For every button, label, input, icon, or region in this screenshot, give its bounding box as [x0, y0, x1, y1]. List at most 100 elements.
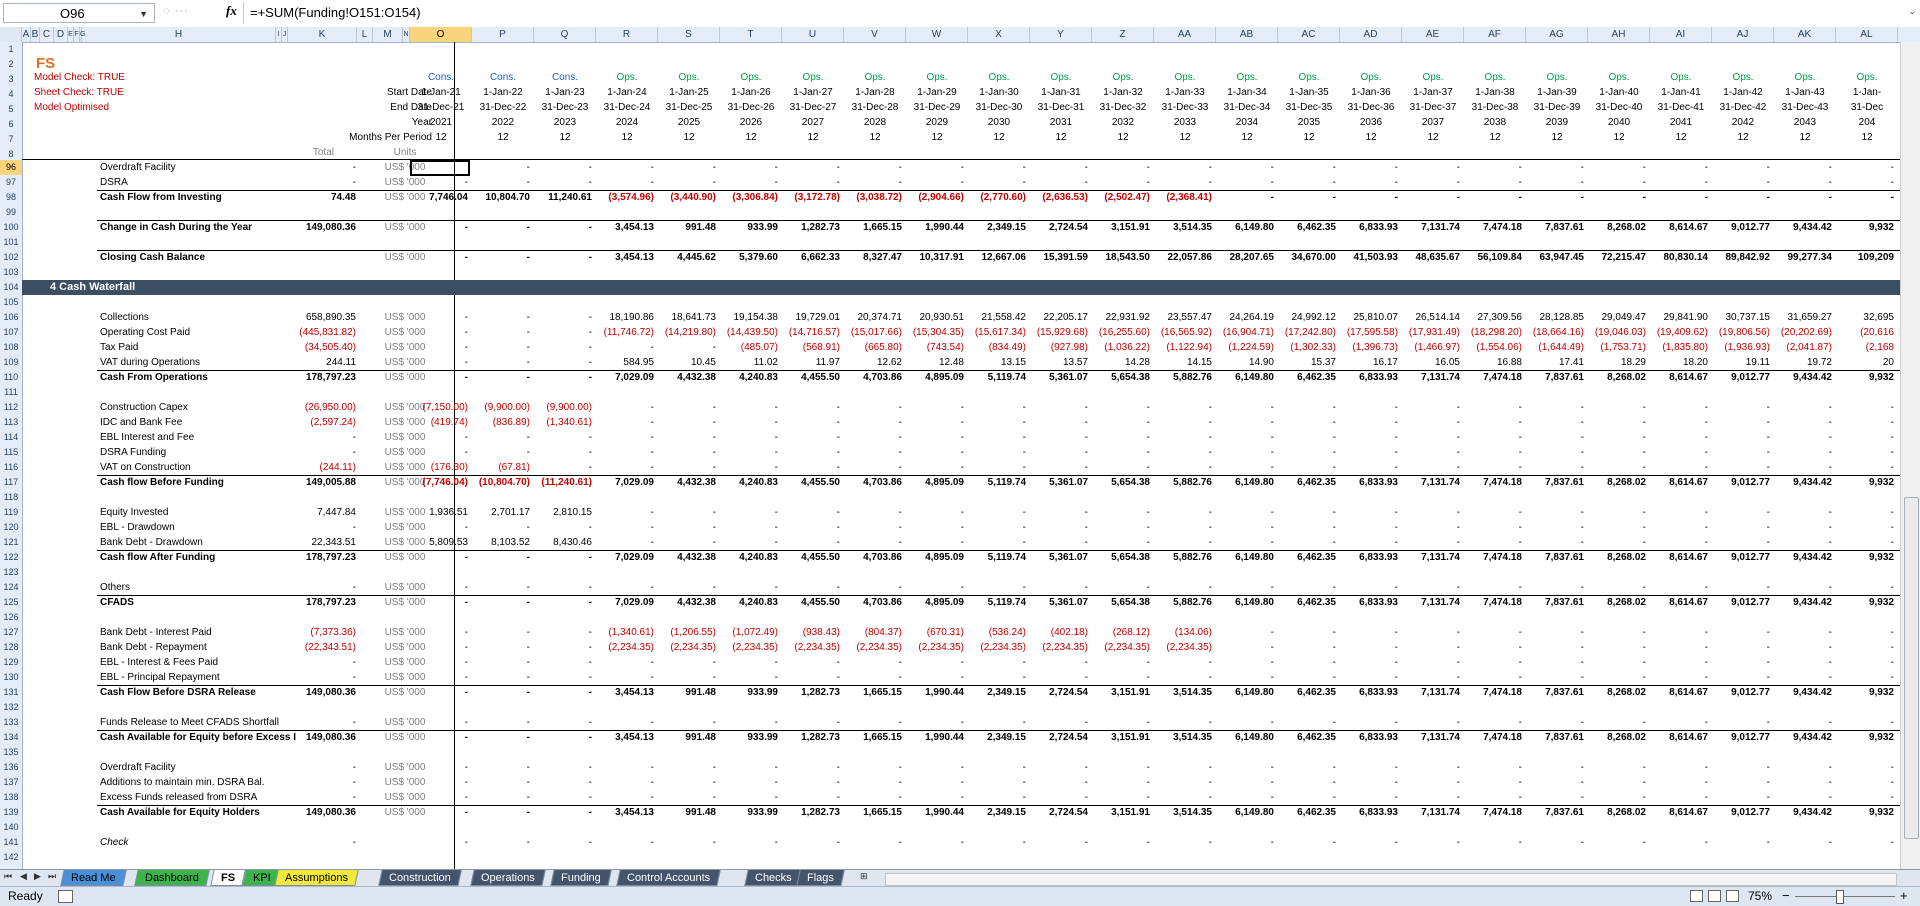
row-header-102[interactable]: 102 — [0, 250, 22, 265]
row-header-118[interactable]: 118 — [0, 490, 22, 505]
row-header-124[interactable]: 124 — [0, 580, 22, 595]
name-box[interactable]: O96 ▼ — [3, 3, 155, 23]
col-header-aj[interactable]: AJ — [1712, 27, 1774, 42]
row-header-96[interactable]: 96 — [0, 160, 22, 175]
prev-sheet-icon[interactable]: ◀ — [20, 871, 27, 882]
col-header-c[interactable]: C — [40, 27, 54, 42]
row-header-98[interactable]: 98 — [0, 190, 22, 205]
vertical-scrollbar[interactable] — [1900, 42, 1920, 869]
zoom-out-icon[interactable]: − — [1782, 888, 1790, 903]
row-header-135[interactable]: 135 — [0, 745, 22, 760]
sheet-grid[interactable]: FS Model Check: TRUE Sheet Check: TRUE Mode… — [22, 42, 1900, 869]
col-header-s[interactable]: S — [658, 27, 720, 42]
page-layout-view-icon[interactable] — [1708, 890, 1721, 902]
col-header-ai[interactable]: AI — [1650, 27, 1712, 42]
row-header-125[interactable]: 125 — [0, 595, 22, 610]
row-header-141[interactable]: 141 — [0, 835, 22, 850]
col-header-ah[interactable]: AH — [1588, 27, 1650, 42]
col-header-ag[interactable]: AG — [1526, 27, 1588, 42]
row-header-109[interactable]: 109 — [0, 355, 22, 370]
zoom-in-icon[interactable]: + — [1900, 888, 1908, 903]
col-header-n[interactable]: N — [403, 27, 410, 42]
row-header-137[interactable]: 137 — [0, 775, 22, 790]
col-header-w[interactable]: W — [906, 27, 968, 42]
col-header-l[interactable]: L — [357, 27, 373, 42]
expand-formula-bar-icon[interactable]: ⌄ — [1908, 6, 1916, 17]
row-header-105[interactable]: 105 — [0, 295, 22, 310]
col-header-aa[interactable]: AA — [1154, 27, 1216, 42]
sheet-tab-flags[interactable]: Flags — [796, 870, 845, 886]
row-header-112[interactable]: 112 — [0, 400, 22, 415]
col-header-ak[interactable]: AK — [1774, 27, 1836, 42]
row-header-107[interactable]: 107 — [0, 325, 22, 340]
col-header-ac[interactable]: AC — [1278, 27, 1340, 42]
row-header-139[interactable]: 139 — [0, 805, 22, 820]
row-header-99[interactable]: 99 — [0, 205, 22, 220]
sheet-tab-control-accounts[interactable]: Control Accounts — [616, 870, 721, 886]
col-header-z[interactable]: Z — [1092, 27, 1154, 42]
sheet-tab-funding[interactable]: Funding — [550, 870, 612, 886]
row-header-133[interactable]: 133 — [0, 715, 22, 730]
col-header-d[interactable]: D — [54, 27, 68, 42]
col-header-al[interactable]: AL — [1836, 27, 1898, 42]
resize-grip-icon[interactable]: ◌ ··· — [163, 5, 213, 21]
row-header-5[interactable]: 5 — [0, 102, 22, 117]
sheet-tab-checks[interactable]: Checks — [744, 870, 803, 886]
col-header-ad[interactable]: AD — [1340, 27, 1402, 42]
col-header-b[interactable]: B — [31, 27, 40, 42]
row-header-113[interactable]: 113 — [0, 415, 22, 430]
row-header-114[interactable]: 114 — [0, 430, 22, 445]
chevron-down-icon[interactable]: ▼ — [139, 4, 148, 24]
col-header-p[interactable]: P — [472, 27, 534, 42]
row-header-129[interactable]: 129 — [0, 655, 22, 670]
row-header-6[interactable]: 6 — [0, 117, 22, 132]
row-header-142[interactable]: 142 — [0, 850, 22, 865]
normal-view-icon[interactable] — [1690, 890, 1703, 902]
row-header-127[interactable]: 127 — [0, 625, 22, 640]
macro-record-icon[interactable] — [58, 890, 73, 903]
row-header-130[interactable]: 130 — [0, 670, 22, 685]
row-header-97[interactable]: 97 — [0, 175, 22, 190]
col-header-v[interactable]: V — [844, 27, 906, 42]
sheet-tab-assumptions[interactable]: Assumptions — [274, 870, 359, 886]
col-header-q[interactable]: Q — [534, 27, 596, 42]
row-header-116[interactable]: 116 — [0, 460, 22, 475]
sheet-tab-fs[interactable]: FS — [210, 870, 246, 886]
row-header-106[interactable]: 106 — [0, 310, 22, 325]
col-header-a[interactable]: A — [22, 27, 31, 42]
col-header-x[interactable]: X — [968, 27, 1030, 42]
next-sheet-icon[interactable]: ▶ — [34, 871, 41, 882]
sheet-tab-operations[interactable]: Operations — [470, 870, 546, 886]
row-header-104[interactable]: 104 — [0, 280, 22, 295]
zoom-slider[interactable] — [1795, 896, 1895, 897]
col-header-t[interactable]: T — [720, 27, 782, 42]
col-header-ae[interactable]: AE — [1402, 27, 1464, 42]
row-header-111[interactable]: 111 — [0, 385, 22, 400]
col-header-h[interactable]: H — [82, 27, 276, 42]
row-header-122[interactable]: 122 — [0, 550, 22, 565]
sheet-tab-dashboard[interactable]: Dashboard — [134, 870, 210, 886]
row-header-4[interactable]: 4 — [0, 87, 22, 102]
col-header-ab[interactable]: AB — [1216, 27, 1278, 42]
row-header-136[interactable]: 136 — [0, 760, 22, 775]
row-header-103[interactable]: 103 — [0, 265, 22, 280]
row-header-140[interactable]: 140 — [0, 820, 22, 835]
row-header-110[interactable]: 110 — [0, 370, 22, 385]
col-header-r[interactable]: R — [596, 27, 658, 42]
zoom-level[interactable]: 75% — [1748, 889, 1772, 903]
active-cell[interactable] — [410, 160, 470, 176]
row-header-138[interactable]: 138 — [0, 790, 22, 805]
row-header-121[interactable]: 121 — [0, 535, 22, 550]
row-header-2[interactable]: 2 — [0, 57, 22, 72]
row-header-115[interactable]: 115 — [0, 445, 22, 460]
col-header-af[interactable]: AF — [1464, 27, 1526, 42]
row-header-108[interactable]: 108 — [0, 340, 22, 355]
row-header-128[interactable]: 128 — [0, 640, 22, 655]
row-header-119[interactable]: 119 — [0, 505, 22, 520]
row-header-126[interactable]: 126 — [0, 610, 22, 625]
formula-input[interactable]: =+SUM(Funding!O151:O154) — [250, 5, 421, 20]
col-header-k[interactable]: K — [288, 27, 357, 42]
row-header-7[interactable]: 7 — [0, 132, 22, 147]
sheet-tab-read-me[interactable]: Read Me — [60, 870, 127, 886]
row-header-131[interactable]: 131 — [0, 685, 22, 700]
